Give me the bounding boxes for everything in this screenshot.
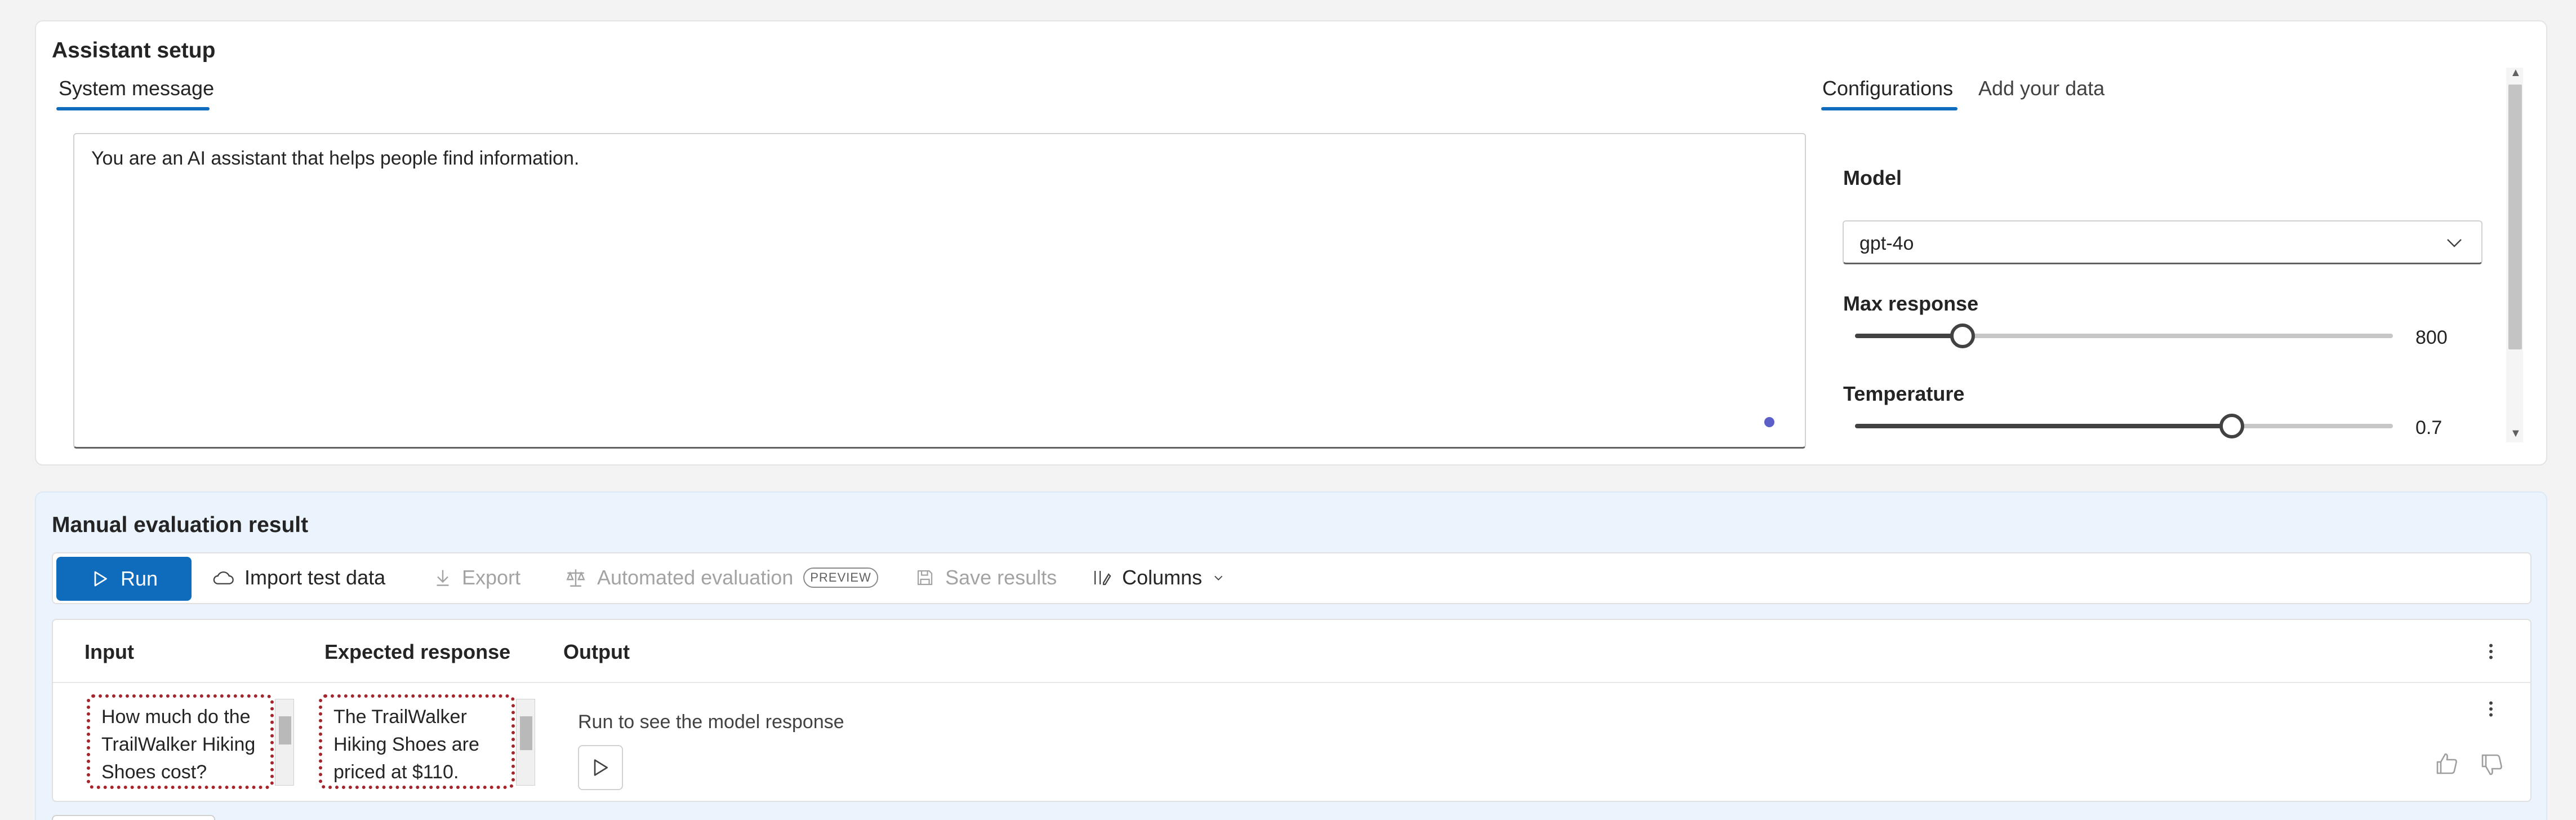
chevron-down-icon: [2447, 239, 2462, 247]
model-label: Model: [1843, 166, 1902, 189]
export-label: Export: [462, 566, 521, 589]
columns-edit-icon: [1094, 571, 1111, 586]
grammar-indicator-icon: [1764, 417, 1774, 427]
max-response-slider-thumb[interactable]: [1950, 323, 1975, 348]
max-response-value: 800: [2415, 327, 2448, 348]
temperature-slider-thumb[interactable]: [2219, 414, 2244, 438]
run-row-button[interactable]: [578, 745, 623, 790]
expected-response-cell-textarea[interactable]: The TrailWalker Hiking Shoes are priced …: [319, 694, 515, 789]
play-icon: [94, 571, 107, 587]
tab-configurations-underline: [1821, 107, 1957, 110]
model-dropdown-value: gpt-4o: [1859, 233, 1914, 254]
scroll-up-icon[interactable]: ▲: [2510, 67, 2521, 79]
tab-add-your-data[interactable]: Add your data: [1978, 77, 2105, 100]
save-results-label: Save results: [945, 566, 1057, 589]
expected-response-cell-scrollbar[interactable]: [516, 699, 535, 786]
run-button-label: Run: [120, 567, 158, 590]
columns-button[interactable]: Columns: [1092, 566, 1225, 589]
max-response-slider-fill: [1855, 334, 1963, 338]
temperature-slider-fill: [1855, 424, 2232, 428]
tab-configurations[interactable]: Configurations: [1822, 77, 1953, 100]
column-header-output: Output: [563, 640, 630, 663]
export-button[interactable]: Export: [434, 566, 520, 589]
model-dropdown[interactable]: gpt-4o: [1843, 220, 2482, 264]
system-message-text: You are an AI assistant that helps peopl…: [91, 148, 580, 169]
evaluation-table: Input Expected response Output How much …: [52, 619, 2531, 802]
max-response-label: Max response: [1843, 292, 1979, 315]
assistant-setup-title: Assistant setup: [52, 38, 216, 63]
tab-system-message[interactable]: System message: [59, 77, 214, 100]
config-scrollbar-thumb[interactable]: [2508, 85, 2522, 349]
input-cell-scrollbar[interactable]: [275, 699, 294, 786]
table-row: How much do the TrailWalker Hiking Shoes…: [53, 683, 2530, 801]
preview-badge: PREVIEW: [803, 568, 878, 588]
tab-system-message-underline: [56, 107, 210, 110]
thumbs-up-icon[interactable]: [2433, 751, 2460, 778]
chevron-down-icon: [1214, 575, 1223, 580]
evaluation-toolbar: Run Import test data Export Automated ev…: [52, 552, 2531, 604]
add-row-button[interactable]: [52, 815, 215, 820]
column-header-input: Input: [84, 640, 134, 663]
import-test-data-label: Import test data: [244, 566, 386, 589]
manual-evaluation-title: Manual evaluation result: [52, 513, 309, 537]
more-options-icon[interactable]: [2481, 641, 2501, 662]
scroll-down-icon[interactable]: ▼: [2510, 427, 2521, 440]
cloud-icon: [213, 571, 234, 584]
import-test-data-button[interactable]: Import test data: [212, 566, 385, 589]
scale-icon: [566, 569, 585, 587]
thumbs-down-icon[interactable]: [2478, 751, 2505, 778]
save-results-button[interactable]: Save results: [915, 566, 1057, 589]
input-cell-textarea[interactable]: How much do the TrailWalker Hiking Shoes…: [87, 694, 274, 789]
automated-evaluation-button[interactable]: Automated evaluation PREVIEW: [564, 566, 878, 589]
temperature-label: Temperature: [1843, 382, 1965, 405]
temperature-value: 0.7: [2415, 417, 2442, 438]
output-placeholder-text: Run to see the model response: [578, 711, 844, 733]
play-icon: [594, 759, 608, 776]
system-message-input[interactable]: You are an AI assistant that helps peopl…: [73, 133, 1806, 449]
row-more-options-icon[interactable]: [2481, 699, 2501, 719]
download-icon: [437, 570, 449, 586]
column-header-expected-response: Expected response: [324, 640, 511, 663]
run-button[interactable]: Run: [56, 557, 192, 601]
columns-label: Columns: [1122, 566, 1203, 589]
save-icon: [917, 570, 933, 586]
automated-evaluation-label: Automated evaluation: [597, 566, 794, 589]
